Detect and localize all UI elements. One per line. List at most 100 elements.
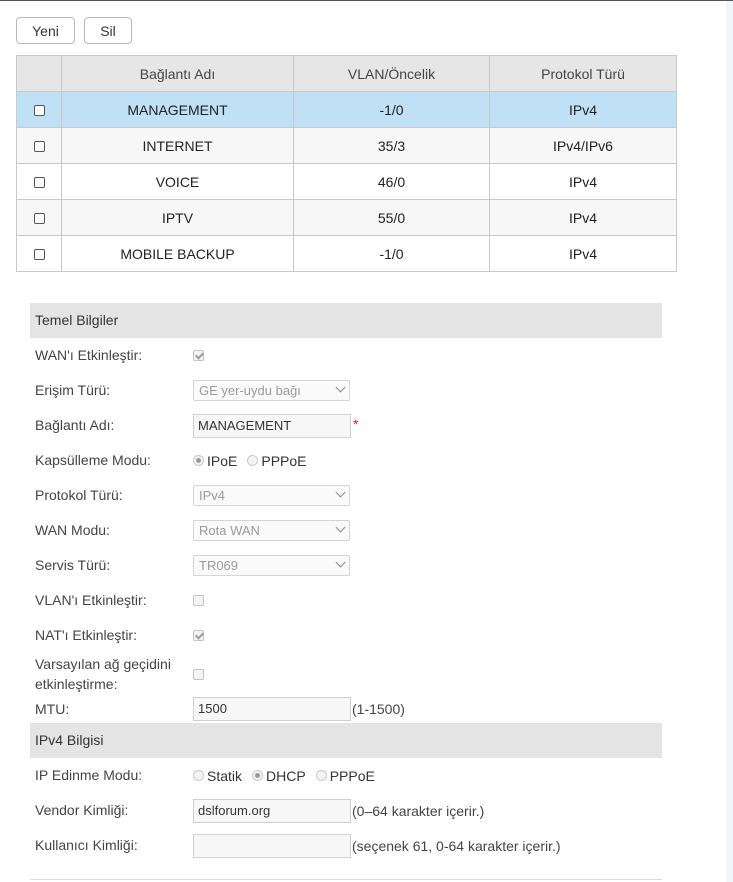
- nat-enable-label: NAT'ı Etkinleştir:: [35, 627, 137, 643]
- cell-vlan: 55/0: [293, 199, 490, 236]
- content-panel: Yeni Sil Bağlantı Adı VLAN/Öncelik Proto…: [0, 1, 726, 882]
- ip-mode-pppoe-label: PPPoE: [329, 767, 375, 784]
- encap-ipoe-radio[interactable]: [193, 455, 204, 466]
- encapsulation-label: Kapsülleme Modu:: [35, 452, 151, 468]
- wan-mode-label: WAN Modu:: [35, 522, 110, 538]
- user-id-label: Kullanıcı Kimliği:: [35, 837, 138, 853]
- row-service-type: Servis Türü: TR069: [30, 548, 662, 583]
- wan-mode-value: Rota WAN: [199, 523, 260, 538]
- form-bottom-divider: [30, 879, 662, 880]
- row-user-id: Kullanıcı Kimliği: (seçenek 61, 0-64 kar…: [30, 828, 662, 863]
- vendor-id-input[interactable]: dslforum.org: [193, 798, 351, 823]
- default-gateway-label-line2: etkinleştirme:: [35, 676, 118, 692]
- ip-mode-static-label: Statik: [207, 767, 243, 784]
- section-ipv4-info-title: IPv4 Bilgisi: [30, 723, 662, 758]
- row-checkbox[interactable]: [33, 177, 45, 189]
- row-protocol-type: Protokol Türü: IPv4: [30, 478, 662, 513]
- encap-pppoe-radio[interactable]: [247, 455, 259, 466]
- wan-connections-table: Bağlantı Adı VLAN/Öncelik Protokol Türü …: [16, 55, 677, 272]
- table-row[interactable]: INTERNET 35/3 IPv4/IPv6: [16, 127, 677, 164]
- cell-connection-name: MANAGEMENT: [61, 91, 294, 128]
- wan-enable-label: WAN'ı Etkinleştir:: [35, 347, 143, 363]
- ip-mode-static-radio[interactable]: [193, 770, 204, 781]
- ip-mode-dhcp-radio[interactable]: [252, 770, 264, 781]
- row-checkbox[interactable]: [33, 105, 45, 117]
- header-connection-name: Bağlantı Adı: [61, 55, 294, 92]
- vendor-id-hint: (0–64 karakter içerir.): [352, 802, 485, 819]
- ip-mode-pppoe-radio[interactable]: [315, 770, 327, 781]
- protocol-type-label: Protokol Türü:: [35, 487, 123, 503]
- chevron-down-icon: [335, 557, 346, 568]
- ip-mode-label: IP Edinme Modu:: [35, 767, 143, 783]
- header-select: [16, 55, 62, 92]
- cell-vlan: -1/0: [293, 91, 490, 128]
- row-wan-enable: WAN'ı Etkinleştir:: [30, 338, 662, 373]
- row-checkbox[interactable]: [33, 213, 45, 225]
- row-ip-mode: IP Edinme Modu: Statik DHCP PPPoE: [30, 758, 662, 793]
- row-vendor-id: Vendor Kimliği: dslforum.org (0–64 karak…: [30, 793, 662, 828]
- vlan-enable-label: VLAN'ı Etkinleştir:: [35, 592, 147, 608]
- table-row[interactable]: MOBILE BACKUP -1/0 IPv4: [16, 235, 677, 272]
- mtu-input[interactable]: 1500: [193, 697, 351, 721]
- table-header-row: Bağlantı Adı VLAN/Öncelik Protokol Türü: [16, 55, 677, 92]
- wan-config-form: Temel Bilgiler WAN'ı Etkinleştir: Erişim…: [30, 303, 662, 863]
- connection-name-label: Bağlantı Adı:: [35, 417, 115, 433]
- mtu-label: MTU:: [35, 701, 70, 717]
- required-marker: *: [353, 415, 359, 432]
- section-basic-info-title: Temel Bilgiler: [30, 303, 662, 338]
- table-row[interactable]: IPTV 55/0 IPv4: [16, 199, 677, 236]
- connection-name-input[interactable]: MANAGEMENT: [193, 413, 351, 438]
- table-row[interactable]: MANAGEMENT -1/0 IPv4: [16, 91, 677, 128]
- wan-enable-checkbox[interactable]: [193, 350, 204, 361]
- nat-enable-checkbox[interactable]: [193, 630, 204, 641]
- header-vlan-priority: VLAN/Öncelik: [293, 55, 490, 92]
- chevron-down-icon: [335, 487, 346, 498]
- cell-vlan: -1/0: [293, 235, 490, 272]
- cell-protocol: IPv4: [489, 163, 677, 200]
- protocol-type-value: IPv4: [199, 488, 226, 503]
- row-checkbox[interactable]: [33, 249, 45, 261]
- user-id-hint: (seçenek 61, 0-64 karakter içerir.): [352, 837, 561, 854]
- cell-vlan: 46/0: [293, 163, 490, 200]
- encap-ipoe-label: IPoE: [207, 452, 238, 469]
- vlan-enable-checkbox[interactable]: [193, 595, 204, 606]
- default-gateway-label-line1: Varsayılan ağ geçidini: [35, 656, 171, 672]
- default-gateway-label: Varsayılan ağ geçidini etkinleştirme:: [35, 654, 171, 694]
- new-button[interactable]: Yeni: [16, 17, 75, 44]
- service-type-select[interactable]: TR069: [193, 555, 350, 576]
- row-vlan-enable: VLAN'ı Etkinleştir:: [30, 583, 662, 618]
- row-wan-mode: WAN Modu: Rota WAN: [30, 513, 662, 548]
- user-id-input[interactable]: [193, 833, 351, 858]
- table-row[interactable]: VOICE 46/0 IPv4: [16, 163, 677, 200]
- ip-mode-dhcp-label: DHCP: [266, 767, 306, 784]
- chevron-down-icon: [335, 522, 346, 533]
- row-connection-name: Bağlantı Adı: MANAGEMENT *: [30, 408, 662, 443]
- default-gateway-checkbox[interactable]: [193, 668, 204, 680]
- delete-button[interactable]: Sil: [84, 17, 132, 44]
- access-type-select[interactable]: GE yer-uydu bağı: [193, 380, 350, 401]
- cell-protocol: IPv4/IPv6: [489, 127, 677, 164]
- row-default-gateway: Varsayılan ağ geçidini etkinleştirme:: [30, 653, 662, 695]
- row-nat-enable: NAT'ı Etkinleştir:: [30, 618, 662, 653]
- cell-protocol: IPv4: [489, 199, 677, 236]
- row-encapsulation: Kapsülleme Modu: IPoE PPPoE: [30, 443, 662, 478]
- cell-vlan: 35/3: [293, 127, 490, 164]
- row-mtu: MTU: 1500 (1-1500): [30, 695, 662, 723]
- service-type-value: TR069: [199, 558, 239, 573]
- encap-pppoe-label: PPPoE: [261, 452, 307, 469]
- service-type-label: Servis Türü:: [35, 557, 111, 573]
- mtu-hint: (1-1500): [352, 701, 405, 717]
- row-access-type: Erişim Türü: GE yer-uydu bağı: [30, 373, 662, 408]
- access-type-value: GE yer-uydu bağı: [199, 383, 301, 398]
- row-checkbox[interactable]: [33, 141, 45, 153]
- cell-connection-name: INTERNET: [61, 127, 294, 164]
- cell-protocol: IPv4: [489, 91, 677, 128]
- header-protocol-type: Protokol Türü: [489, 55, 677, 92]
- vendor-id-label: Vendor Kimliği:: [35, 802, 129, 818]
- protocol-type-select[interactable]: IPv4: [193, 485, 350, 506]
- wan-mode-select[interactable]: Rota WAN: [193, 520, 350, 541]
- chevron-down-icon: [335, 382, 346, 393]
- access-type-label: Erişim Türü:: [35, 382, 111, 398]
- cell-connection-name: IPTV: [61, 199, 294, 236]
- cell-protocol: IPv4: [489, 235, 677, 272]
